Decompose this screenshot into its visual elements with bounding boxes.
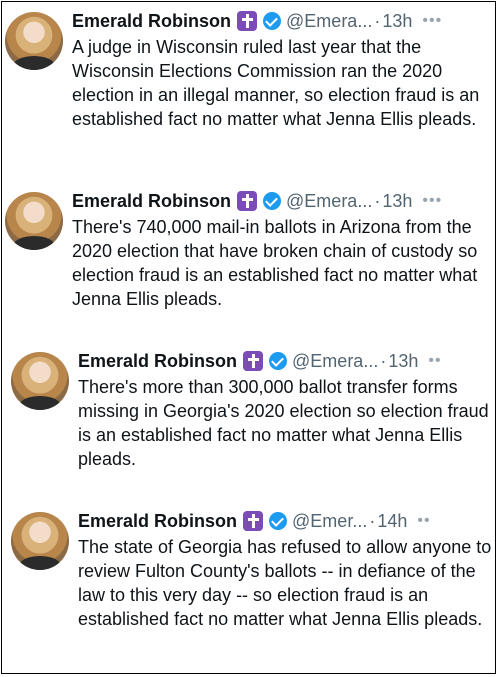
separator-dot: · [374,10,381,31]
separator-dot: · [374,190,381,211]
tweet-header: Emerald Robinson @Emera... · 13h ••• [72,188,442,214]
more-options-icon[interactable]: •• [428,352,441,370]
avatar[interactable] [11,352,69,410]
screenshot-frame: Emerald Robinson @Emera... · 13h ••• A j… [1,1,496,674]
more-options-icon[interactable]: ••• [422,12,442,30]
handle[interactable]: @Emera... [286,11,372,32]
tweet-text: There's more than 300,000 ballot transfe… [78,377,489,469]
avatar[interactable] [11,512,69,570]
display-name[interactable]: Emerald Robinson [78,511,237,532]
latin-cross-icon [243,511,264,531]
timestamp[interactable]: 13h [388,351,418,372]
verified-check-icon [263,192,282,210]
timestamp[interactable]: 13h [382,191,412,212]
tweet-header: Emerald Robinson @Emera... · 13h ••• [72,8,442,34]
tweet-header: Emerald Robinson @Emer... · 14h •• [78,508,431,534]
latin-cross-icon [243,351,264,371]
display-name[interactable]: Emerald Robinson [78,351,237,372]
more-options-icon[interactable]: •• [417,512,430,530]
handle[interactable]: @Emer... [292,511,367,532]
verified-check-icon [269,352,288,370]
latin-cross-icon [237,191,258,211]
latin-cross-icon [237,11,258,31]
timestamp[interactable]: 13h [382,11,412,32]
verified-check-icon [269,512,288,530]
more-options-icon[interactable]: ••• [422,192,442,210]
separator-dot: · [369,510,376,531]
tweet-text: A judge in Wisconsin ruled last year tha… [72,37,480,129]
handle[interactable]: @Emera... [292,351,378,372]
display-name[interactable]: Emerald Robinson [72,11,231,32]
tweet-text: The state of Georgia has refused to allo… [78,537,492,629]
tweet-header: Emerald Robinson @Emera... · 13h •• [78,348,442,374]
display-name[interactable]: Emerald Robinson [72,191,231,212]
avatar[interactable] [5,192,63,250]
avatar[interactable] [5,12,63,70]
tweet-text: There's 740,000 mail-in ballots in Arizo… [72,217,478,309]
verified-check-icon [263,12,282,30]
handle[interactable]: @Emera... [286,191,372,212]
timestamp[interactable]: 14h [377,511,407,532]
separator-dot: · [380,350,387,371]
